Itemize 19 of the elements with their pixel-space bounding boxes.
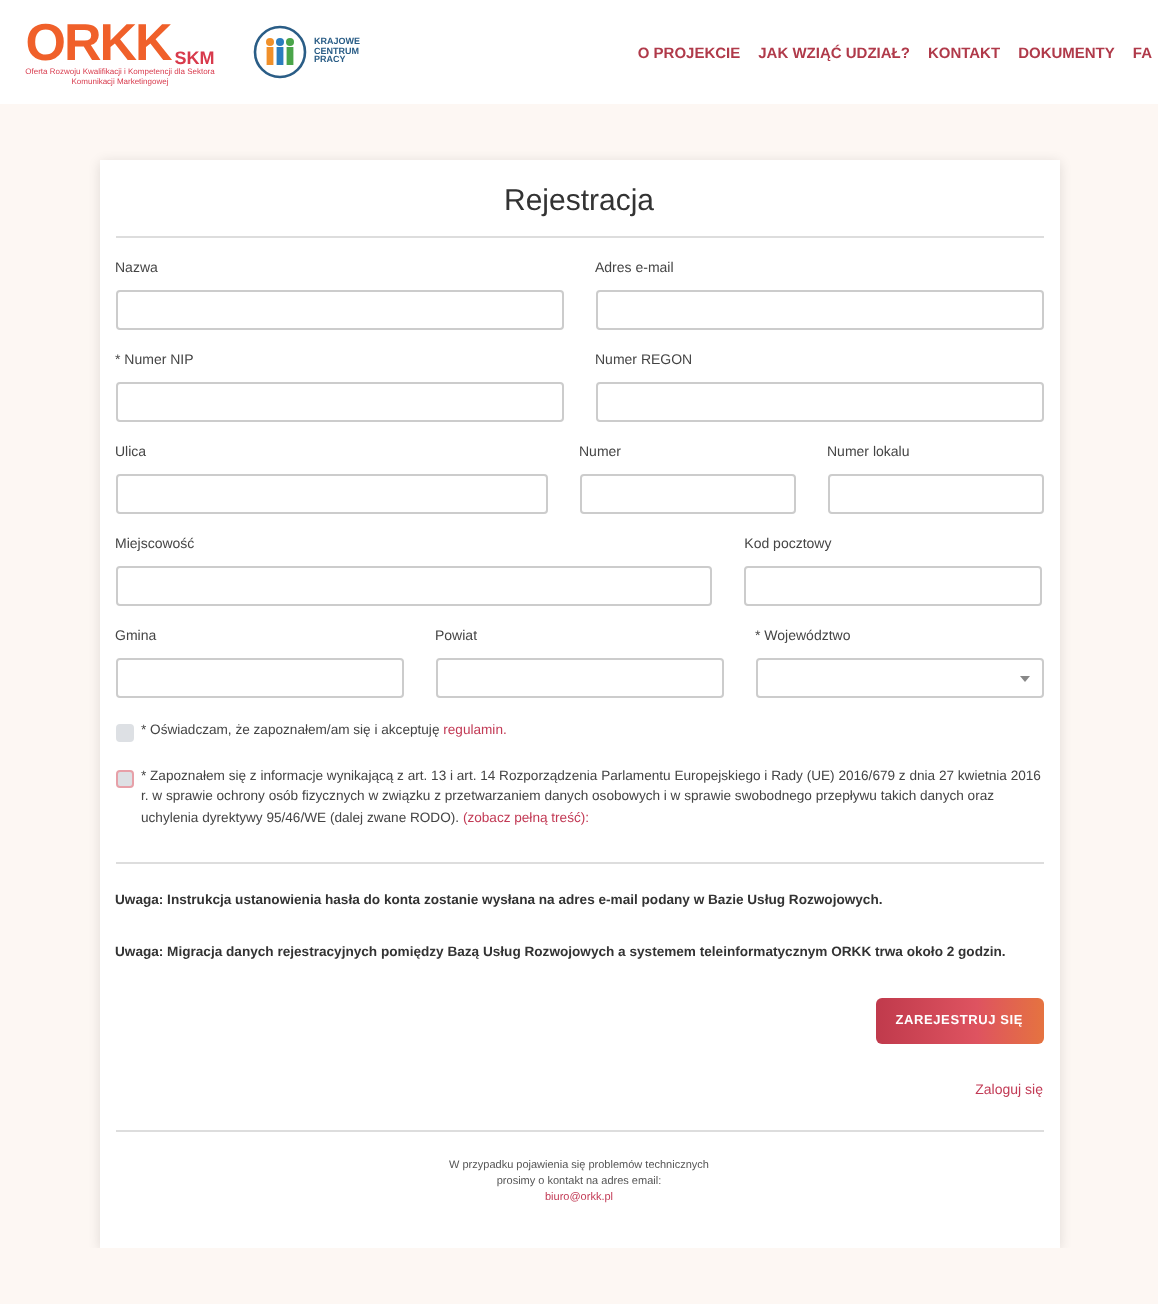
select-field[interactable] [755, 658, 1043, 698]
caret-icon [1019, 675, 1029, 681]
input-field[interactable] [115, 382, 563, 422]
people-logo-icon [252, 24, 308, 80]
input-field[interactable] [115, 474, 547, 514]
input-field[interactable] [115, 290, 563, 330]
input-field[interactable] [595, 382, 1043, 422]
logo-wordmark: ORKK [25, 16, 171, 69]
form-title: Rejestracja [115, 160, 1043, 238]
logo-suffix: SKM [174, 48, 215, 69]
input-field[interactable] [435, 658, 723, 698]
checkbox[interactable] [115, 724, 133, 742]
input-field[interactable] [827, 474, 1043, 514]
input-field[interactable] [115, 566, 713, 606]
input-field[interactable] [595, 290, 1043, 330]
input-field[interactable] [579, 474, 795, 514]
input-field[interactable] [115, 658, 403, 698]
checkbox[interactable] [115, 769, 133, 788]
input-field[interactable] [744, 566, 1043, 606]
